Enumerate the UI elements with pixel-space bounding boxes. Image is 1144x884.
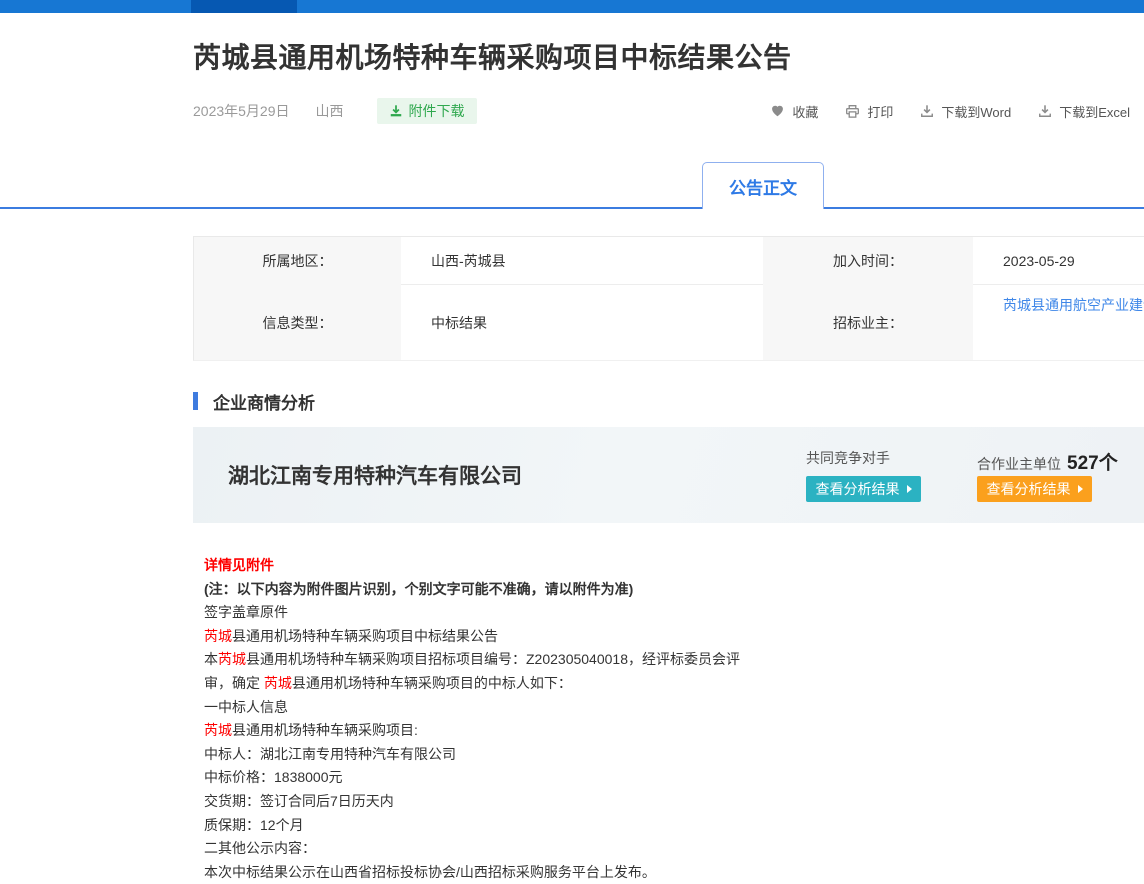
body-line: 芮城县通用机场特种车辆采购项目:: [204, 719, 1134, 743]
favorite-label: 收藏: [792, 102, 818, 121]
download-excel-button[interactable]: 下载到Excel: [1038, 102, 1130, 121]
join-time-field-label: 加入时间：: [763, 237, 973, 285]
view-partners-analysis-button[interactable]: 查看分析结果: [977, 476, 1092, 502]
body-line: 中标价格：1838000元: [204, 766, 1134, 790]
competitors-block: 共同竞争对手 查看分析结果: [806, 448, 921, 502]
analysis-section-header: 企业商情分析: [193, 391, 1144, 411]
view-competitors-analysis-label: 查看分析结果: [816, 479, 900, 499]
body-line: 签字盖章原件: [204, 601, 1134, 625]
body-line: 中标人：湖北江南专用特种汽车有限公司: [204, 743, 1134, 767]
partners-label-text: 合作业主单位: [977, 454, 1061, 474]
section-accent-bar: [193, 392, 198, 410]
tab-announcement-body[interactable]: 公告正文: [702, 162, 824, 209]
download-word-label: 下载到Word: [941, 102, 1011, 121]
top-navigation-bar: [0, 0, 1144, 13]
join-time-field-value: 2023-05-29: [973, 237, 1144, 285]
region-label: 山西: [316, 101, 344, 121]
region-field-value: 山西-芮城县: [401, 237, 763, 285]
download-excel-label: 下载到Excel: [1059, 102, 1130, 121]
tab-bar: 公告正文: [0, 124, 1144, 209]
heart-icon: [770, 104, 785, 118]
partners-block: 合作业主单位 527个 查看分析结果: [977, 448, 1092, 502]
body-line: 交货期：签订合同后7日历天内: [204, 790, 1134, 814]
attachment-download-button[interactable]: 附件下载: [377, 98, 477, 124]
download-word-button[interactable]: 下载到Word: [920, 102, 1011, 121]
tender-owner-field-value: 芮城县通用航空产业建设发: [973, 285, 1144, 360]
header-actions: 收藏 打印 下载到Word: [770, 98, 1130, 124]
print-label: 打印: [867, 102, 893, 121]
announcement-header: 芮城县通用机场特种车辆采购项目中标结果公告 2023年5月29日 山西 附件下载…: [193, 40, 1144, 124]
attachment-download-label: 附件下载: [409, 101, 465, 121]
company-name: 湖北江南专用特种汽车有限公司: [228, 460, 806, 490]
partners-label: 合作业主单位 527个: [977, 448, 1092, 464]
top-bar-active-segment: [191, 0, 297, 13]
body-line: 本芮城县通用机场特种车辆采购项目招标项目编号：Z202305040018，经评标…: [204, 648, 1134, 672]
print-button[interactable]: 打印: [845, 102, 893, 121]
meta-row: 2023年5月29日 山西 附件下载 收藏: [193, 98, 1144, 124]
attachment-notice: 详情见附件: [204, 554, 1134, 578]
favorite-button[interactable]: 收藏: [770, 102, 818, 121]
body-line: 芮城县通用机场特种车辆采购项目中标结果公告: [204, 625, 1134, 649]
tender-owner-link[interactable]: 芮城县通用航空产业建设发: [1003, 295, 1144, 315]
announcement-body: 详情见附件 (注：以下内容为附件图片识别，个别文字可能不准确，请以附件为准) 签…: [204, 554, 1134, 884]
info-type-field-label: 信息类型：: [194, 285, 401, 360]
view-competitors-analysis-button[interactable]: 查看分析结果: [806, 476, 921, 502]
ocr-disclaimer: (注：以下内容为附件图片识别，个别文字可能不准确，请以附件为准): [204, 578, 1134, 602]
download-icon: [920, 104, 934, 118]
body-line: 审，确定 芮城县通用机场特种车辆采购项目的中标人如下：: [204, 672, 1134, 696]
info-type-field-value: 中标结果: [401, 285, 763, 360]
download-icon: [389, 104, 403, 118]
printer-icon: [845, 104, 860, 119]
company-analysis-panel: 湖北江南专用特种汽车有限公司 共同竞争对手 查看分析结果 合作业主单位 527个…: [193, 427, 1144, 523]
partners-count: 527个: [1067, 448, 1118, 475]
body-line: 本次中标结果公示在山西省招标投标协会/山西招标采购服务平台上发布。: [204, 861, 1134, 884]
download-icon: [1038, 104, 1052, 118]
body-line: 质保期：12个月: [204, 814, 1134, 838]
page-title: 芮城县通用机场特种车辆采购项目中标结果公告: [193, 40, 1144, 76]
announcement-info-table: 所属地区： 山西-芮城县 加入时间： 2023-05-29 信息类型： 中标结果…: [193, 236, 1144, 361]
region-field-label: 所属地区：: [194, 237, 401, 285]
publish-date: 2023年5月29日: [193, 101, 290, 121]
analysis-section-title: 企业商情分析: [213, 389, 315, 414]
tender-owner-field-label: 招标业主：: [763, 285, 973, 360]
body-line: 二其他公示内容：: [204, 837, 1134, 861]
arrow-right-icon: [1078, 485, 1083, 493]
body-line: 一中标人信息: [204, 696, 1134, 720]
competitors-label: 共同竞争对手: [806, 448, 921, 464]
arrow-right-icon: [907, 485, 912, 493]
view-partners-analysis-label: 查看分析结果: [987, 479, 1071, 499]
